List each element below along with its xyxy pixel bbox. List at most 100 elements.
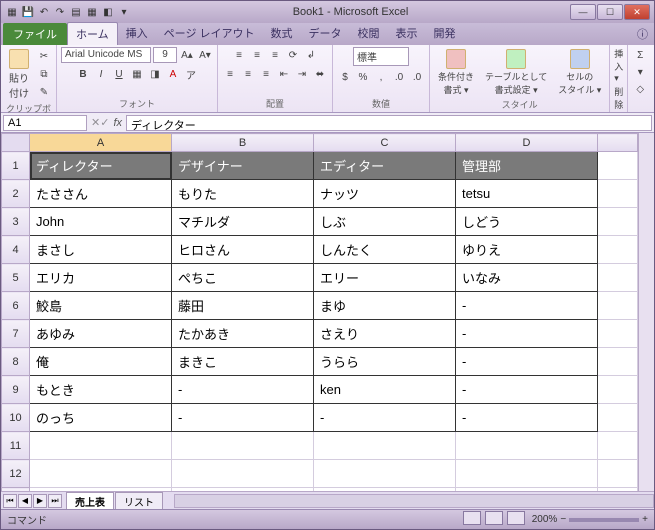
ribbon-tab-3[interactable]: 数式 bbox=[263, 22, 301, 45]
sheet-tab[interactable]: リスト bbox=[115, 492, 163, 510]
row-header[interactable]: 5 bbox=[2, 264, 30, 292]
row-header[interactable]: 6 bbox=[2, 292, 30, 320]
cell[interactable] bbox=[598, 432, 638, 460]
column-header[interactable] bbox=[598, 134, 638, 152]
cell[interactable]: ナッツ bbox=[314, 180, 456, 208]
zoom-out-button[interactable]: − bbox=[560, 514, 566, 525]
cell[interactable]: いなみ bbox=[456, 264, 598, 292]
cell-styles-button[interactable]: セルの スタイル ▾ bbox=[554, 47, 605, 98]
cell[interactable]: エリカ bbox=[30, 264, 172, 292]
insert-cells-button[interactable]: 挿入 ▾ bbox=[614, 47, 623, 84]
increase-decimal-icon[interactable]: .0 bbox=[391, 69, 407, 85]
format-as-table-button[interactable]: テーブルとして 書式設定 ▾ bbox=[481, 47, 551, 98]
align-right-icon[interactable]: ≡ bbox=[258, 66, 274, 82]
cell[interactable]: 管理部 bbox=[456, 152, 598, 180]
select-all-corner[interactable] bbox=[2, 134, 30, 152]
align-top-icon[interactable]: ≡ bbox=[231, 47, 247, 63]
sheet-nav-last-icon[interactable]: ⏭ bbox=[48, 494, 62, 508]
cell[interactable]: マチルダ bbox=[172, 208, 314, 236]
cell[interactable]: まゆ bbox=[314, 292, 456, 320]
horizontal-scrollbar[interactable] bbox=[174, 494, 654, 508]
file-tab[interactable]: ファイル bbox=[3, 23, 67, 45]
cell[interactable]: のっち bbox=[30, 404, 172, 432]
cell[interactable]: - bbox=[456, 292, 598, 320]
cell[interactable] bbox=[314, 460, 456, 488]
cell[interactable] bbox=[456, 460, 598, 488]
cell[interactable] bbox=[172, 488, 314, 492]
align-bottom-icon[interactable]: ≡ bbox=[267, 47, 283, 63]
percent-icon[interactable]: % bbox=[355, 69, 371, 85]
row-header[interactable]: 10 bbox=[2, 404, 30, 432]
cell[interactable]: 鮫島 bbox=[30, 292, 172, 320]
cell[interactable]: - bbox=[456, 348, 598, 376]
cell[interactable]: - bbox=[456, 404, 598, 432]
autosum-icon[interactable]: Σ bbox=[632, 48, 648, 64]
increase-font-icon[interactable]: A▴ bbox=[179, 47, 195, 63]
qat-item[interactable]: ▾ bbox=[117, 5, 131, 19]
normal-view-button[interactable] bbox=[463, 511, 481, 525]
ribbon-tab-7[interactable]: 開発 bbox=[426, 22, 464, 45]
align-middle-icon[interactable]: ≡ bbox=[249, 47, 265, 63]
currency-icon[interactable]: $ bbox=[337, 69, 353, 85]
cell[interactable]: tetsu bbox=[456, 180, 598, 208]
cell[interactable]: たささん bbox=[30, 180, 172, 208]
save-icon[interactable]: 💾 bbox=[21, 5, 35, 19]
align-left-icon[interactable]: ≡ bbox=[222, 66, 238, 82]
border-button[interactable]: ▦ bbox=[129, 66, 145, 82]
undo-icon[interactable]: ↶ bbox=[37, 5, 51, 19]
cancel-formula-icon[interactable]: ✕ bbox=[91, 116, 100, 129]
cell[interactable]: ゆりえ bbox=[456, 236, 598, 264]
row-header[interactable]: 1 bbox=[2, 152, 30, 180]
bold-button[interactable]: B bbox=[75, 66, 91, 82]
qat-item[interactable]: ▤ bbox=[69, 5, 83, 19]
row-header[interactable]: 9 bbox=[2, 376, 30, 404]
zoom-in-button[interactable]: + bbox=[642, 514, 648, 525]
cell[interactable] bbox=[314, 432, 456, 460]
cell[interactable] bbox=[172, 432, 314, 460]
cell[interactable]: うらら bbox=[314, 348, 456, 376]
cell[interactable] bbox=[456, 432, 598, 460]
qat-item[interactable]: ▦ bbox=[85, 5, 99, 19]
underline-button[interactable]: U bbox=[111, 66, 127, 82]
cell[interactable]: エディター bbox=[314, 152, 456, 180]
row-header[interactable]: 3 bbox=[2, 208, 30, 236]
ribbon-help-icon[interactable]: ⓘ bbox=[631, 23, 654, 45]
align-center-icon[interactable]: ≡ bbox=[240, 66, 256, 82]
cell[interactable]: 藤田 bbox=[172, 292, 314, 320]
italic-button[interactable]: I bbox=[93, 66, 109, 82]
enter-formula-icon[interactable]: ✓ bbox=[100, 116, 109, 129]
indent-decrease-icon[interactable]: ⇤ bbox=[276, 66, 292, 82]
minimize-button[interactable]: — bbox=[570, 4, 596, 20]
ribbon-tab-4[interactable]: データ bbox=[301, 22, 350, 45]
cell[interactable] bbox=[30, 432, 172, 460]
decrease-decimal-icon[interactable]: .0 bbox=[409, 69, 425, 85]
cell[interactable] bbox=[598, 180, 638, 208]
cell[interactable]: まさし bbox=[30, 236, 172, 264]
column-header[interactable]: C bbox=[314, 134, 456, 152]
cell[interactable] bbox=[598, 236, 638, 264]
zoom-level[interactable]: 200% bbox=[532, 514, 558, 525]
cell[interactable]: まきこ bbox=[172, 348, 314, 376]
cell[interactable] bbox=[598, 152, 638, 180]
cell[interactable] bbox=[598, 264, 638, 292]
fill-icon[interactable]: ▾ bbox=[632, 65, 648, 81]
cell[interactable]: - bbox=[172, 404, 314, 432]
cell[interactable] bbox=[30, 488, 172, 492]
ribbon-tab-5[interactable]: 校閲 bbox=[350, 22, 388, 45]
indent-increase-icon[interactable]: ⇥ bbox=[294, 66, 310, 82]
cell[interactable]: - bbox=[456, 376, 598, 404]
redo-icon[interactable]: ↷ bbox=[53, 5, 67, 19]
cell[interactable]: John bbox=[30, 208, 172, 236]
row-header[interactable]: 2 bbox=[2, 180, 30, 208]
ribbon-tab-6[interactable]: 表示 bbox=[388, 22, 426, 45]
cell[interactable] bbox=[598, 376, 638, 404]
cell[interactable]: しんたく bbox=[314, 236, 456, 264]
cell[interactable] bbox=[172, 460, 314, 488]
cell[interactable]: ぺちこ bbox=[172, 264, 314, 292]
copy-icon[interactable]: ⧉ bbox=[36, 67, 52, 83]
cell[interactable] bbox=[598, 292, 638, 320]
cell[interactable]: もとき bbox=[30, 376, 172, 404]
number-format-combo[interactable]: 標準 bbox=[353, 47, 409, 66]
row-header[interactable]: 12 bbox=[2, 460, 30, 488]
cell[interactable] bbox=[598, 348, 638, 376]
